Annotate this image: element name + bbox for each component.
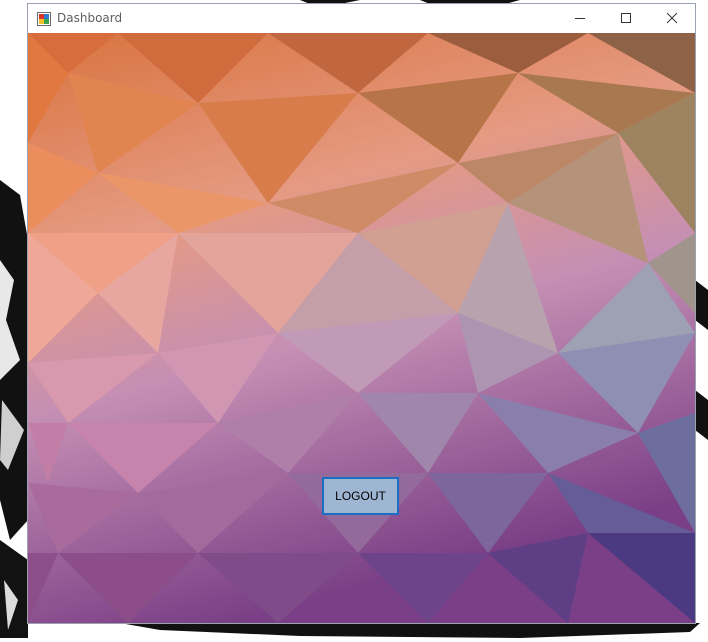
window-title: Dashboard (57, 11, 123, 25)
low-poly-background (28, 33, 695, 623)
title-bar[interactable]: Dashboard (28, 4, 695, 33)
dashboard-content: LOGOUT (28, 33, 695, 623)
maximize-button[interactable] (603, 4, 649, 33)
logout-button[interactable]: LOGOUT (322, 477, 399, 515)
app-window-icon (37, 11, 51, 26)
dashboard-window: Dashboard LOGOUT (28, 4, 695, 623)
maximize-icon (620, 9, 632, 28)
close-icon (666, 9, 678, 28)
minimize-button[interactable] (557, 4, 603, 33)
minimize-icon (574, 9, 586, 28)
close-button[interactable] (649, 4, 695, 33)
